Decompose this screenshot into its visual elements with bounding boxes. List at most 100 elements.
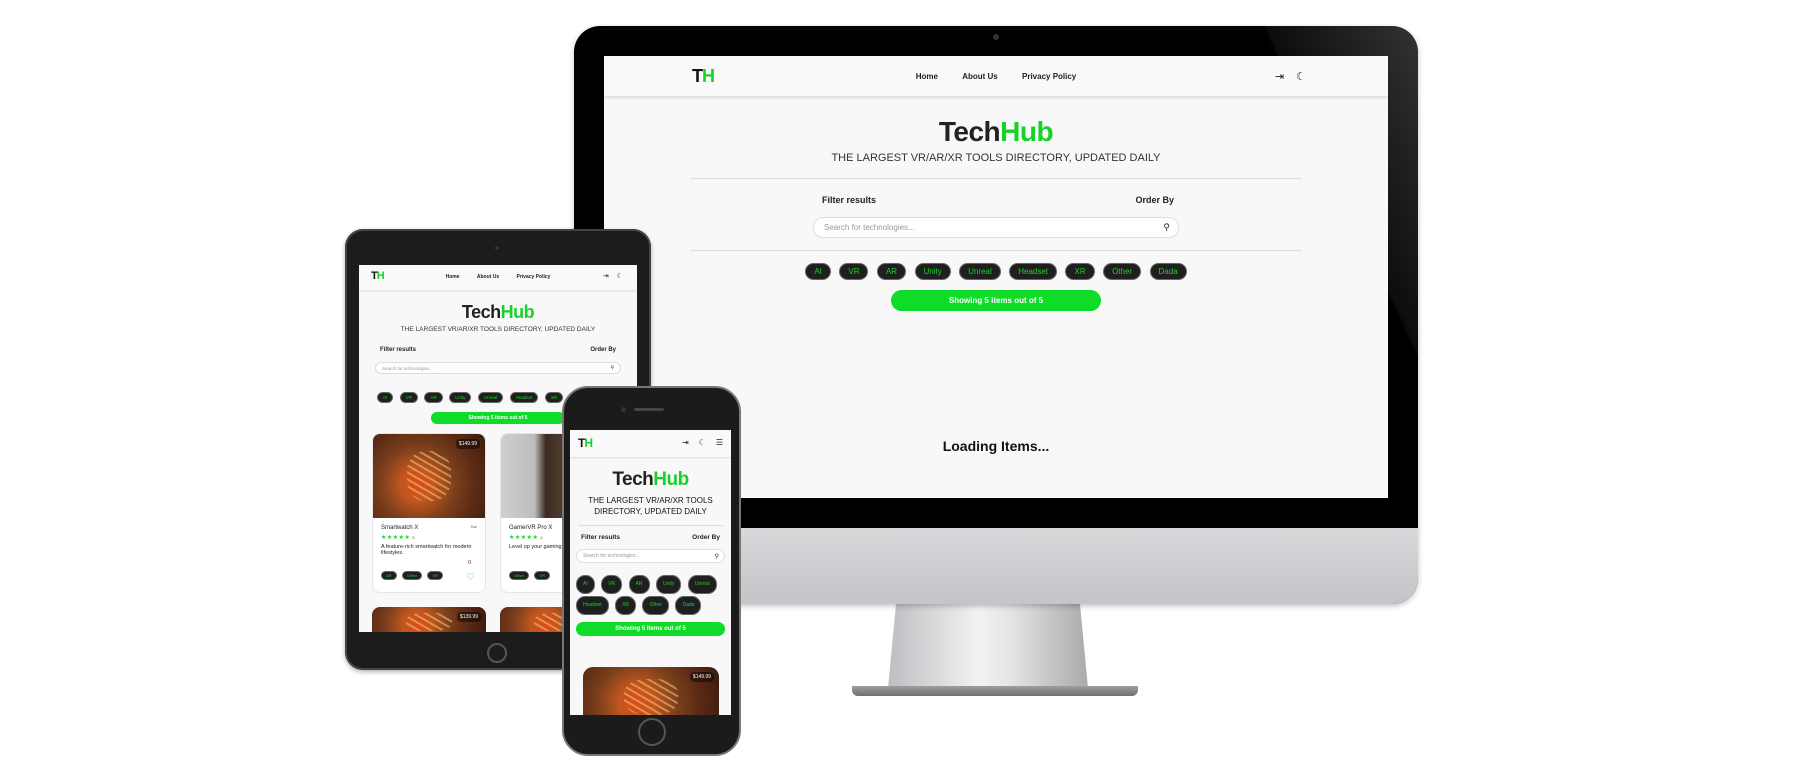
search-placeholder: Search for technologies... <box>824 223 915 232</box>
search-icon[interactable]: ⚲ <box>1163 222 1170 233</box>
tagline: THE LARGEST VR/AR/XR TOOLS DIRECTORY, UP… <box>831 152 1161 164</box>
tag-chip[interactable]: Other <box>509 571 530 580</box>
category-chips: AI VR AR Unity Unreal Headset XR Other D… <box>576 573 725 615</box>
tag-chip[interactable]: Other <box>402 571 423 580</box>
price-badge: $139.99 <box>456 612 481 622</box>
nav-privacy[interactable]: Privacy Policy <box>517 274 551 280</box>
search-input[interactable]: Search for technologies... ⚲ <box>576 549 725 563</box>
logo[interactable]: TH <box>578 436 593 450</box>
nav-icons: ⇥ ☾ <box>603 272 623 280</box>
page-title: TechHub <box>604 116 1388 148</box>
product-name: Smartwatch X Tool <box>381 525 477 531</box>
chip-unity[interactable]: Unity <box>449 392 472 403</box>
page-title: TechHub <box>359 302 637 323</box>
title-tech: Tech <box>461 302 501 322</box>
tag-chip[interactable]: AR <box>381 571 397 580</box>
nav-icons: ⇥ ☾ <box>1275 70 1306 83</box>
chip-vr[interactable]: VR <box>839 263 869 280</box>
showing-count-badge: Showing 5 items out of 5 <box>891 290 1101 311</box>
chip-headset[interactable]: Headset <box>1009 263 1058 280</box>
chip-unreal[interactable]: Unreal <box>959 263 1001 280</box>
chip-xr[interactable]: XR <box>615 596 637 615</box>
chip-dada[interactable]: Dada <box>675 596 702 615</box>
phone-screen: TH ⇥ ☾ ☰ TechHub THE LARGEST VR/AR/XR TO… <box>570 430 731 715</box>
product-type: Tool <box>470 525 477 529</box>
login-icon[interactable]: ⇥ <box>603 272 609 280</box>
heart-icon[interactable]: ♡ <box>466 572 475 583</box>
rating-value: 5 <box>412 535 416 540</box>
chip-xr[interactable]: XR <box>544 392 564 403</box>
price-badge: $149.99 <box>455 439 480 449</box>
tag-chip[interactable]: VR <box>534 571 551 580</box>
order-by-button[interactable]: Order By <box>1135 195 1174 205</box>
nav-links: Home About Us Privacy Policy <box>359 274 637 280</box>
tagline: THE LARGEST VR/AR/XR TOOLS DIRECTORY, UP… <box>588 496 713 516</box>
search-input[interactable]: Search for technologies... ⚲ <box>813 217 1179 238</box>
title-tech: Tech <box>612 469 654 490</box>
title-hub: Hub <box>500 302 535 322</box>
chip-headset[interactable]: Headset <box>509 392 539 403</box>
imac-stand-base <box>852 686 1138 696</box>
chip-other[interactable]: Other <box>642 596 669 615</box>
like-count: 0 <box>468 560 471 566</box>
order-by-button[interactable]: Order By <box>692 534 720 541</box>
moon-icon[interactable]: ☾ <box>699 438 706 447</box>
login-icon[interactable]: ⇥ <box>682 438 689 447</box>
chip-ar[interactable]: AR <box>628 575 650 594</box>
device-mockup-stage: TH Home About Us Privacy Policy ⇥ ☾ Tech… <box>0 0 1800 760</box>
search-icon[interactable]: ⚲ <box>715 553 719 560</box>
chip-ai[interactable]: AI <box>805 263 831 280</box>
chip-ar[interactable]: AR <box>424 392 443 403</box>
showing-count-badge: Showing 5 items out of 5 <box>431 412 565 424</box>
nav-icons: ⇥ ☾ ☰ <box>682 438 723 447</box>
product-name-text: Smartwatch X <box>381 525 419 531</box>
chip-unreal[interactable]: Unreal <box>687 575 717 594</box>
imac-camera <box>993 34 999 40</box>
nav-home[interactable]: Home <box>916 72 938 81</box>
chip-vr[interactable]: VR <box>399 392 418 403</box>
nav-home[interactable]: Home <box>446 274 460 280</box>
chip-ai[interactable]: AI <box>377 392 394 403</box>
nav-about[interactable]: About Us <box>962 72 998 81</box>
iphone-camera <box>621 407 626 412</box>
hamburger-menu-icon[interactable]: ☰ <box>716 438 723 447</box>
filter-label: Filter results <box>380 347 417 353</box>
chip-unity[interactable]: Unity <box>656 575 682 594</box>
nav-links: Home About Us Privacy Policy <box>604 72 1388 81</box>
search-placeholder: Search for technologies... <box>382 366 434 371</box>
moon-icon[interactable]: ☾ <box>617 272 623 280</box>
filter-label: Filter results <box>581 534 621 541</box>
chip-vr[interactable]: VR <box>601 575 623 594</box>
tag-chip[interactable]: XR <box>427 571 444 580</box>
chip-ai[interactable]: AI <box>576 575 595 594</box>
chip-unity[interactable]: Unity <box>914 263 951 280</box>
login-icon[interactable]: ⇥ <box>1275 70 1284 83</box>
filter-row: Filter results Order By <box>359 347 637 359</box>
moon-icon[interactable]: ☾ <box>1296 70 1306 83</box>
chip-dada[interactable]: Dada <box>1149 263 1187 280</box>
product-card[interactable]: $149.99 Smartwatch X Tool ★★★★★ 5 A featur… <box>372 433 486 593</box>
title-hub: Hub <box>1000 116 1054 147</box>
navbar: TH Home About Us Privacy Policy ⇥ ☾ <box>604 56 1388 96</box>
divider <box>690 250 1302 251</box>
filter-label: Filter results <box>822 195 877 205</box>
chip-other[interactable]: Other <box>1103 263 1142 280</box>
chip-headset[interactable]: Headset <box>576 596 609 615</box>
chip-xr[interactable]: XR <box>1065 263 1095 280</box>
rating-stars: ★★★★★ 5 <box>381 535 416 541</box>
ipad-home-button <box>487 643 507 663</box>
nav-privacy[interactable]: Privacy Policy <box>1022 72 1076 81</box>
order-by-button[interactable]: Order By <box>590 347 616 353</box>
tagline: THE LARGEST VR/AR/XR TOOLS DIRECTORY, UP… <box>400 326 596 333</box>
showing-count-badge: Showing 5 items out of 5 <box>576 622 725 636</box>
search-input[interactable]: Search for technologies... ⚲ <box>375 362 621 374</box>
chip-unreal[interactable]: Unreal <box>477 392 504 403</box>
product-card-peek[interactable]: $139.99 <box>372 607 486 632</box>
chip-ar[interactable]: AR <box>876 263 907 280</box>
search-icon[interactable]: ⚲ <box>610 365 614 371</box>
product-card-peek[interactable]: $149.99 <box>583 667 719 715</box>
navbar: TH ⇥ ☾ ☰ <box>570 430 731 457</box>
nav-about[interactable]: About Us <box>477 274 499 280</box>
product-image: $149.99 <box>373 434 485 518</box>
search-placeholder: Search for technologies... <box>583 553 640 559</box>
